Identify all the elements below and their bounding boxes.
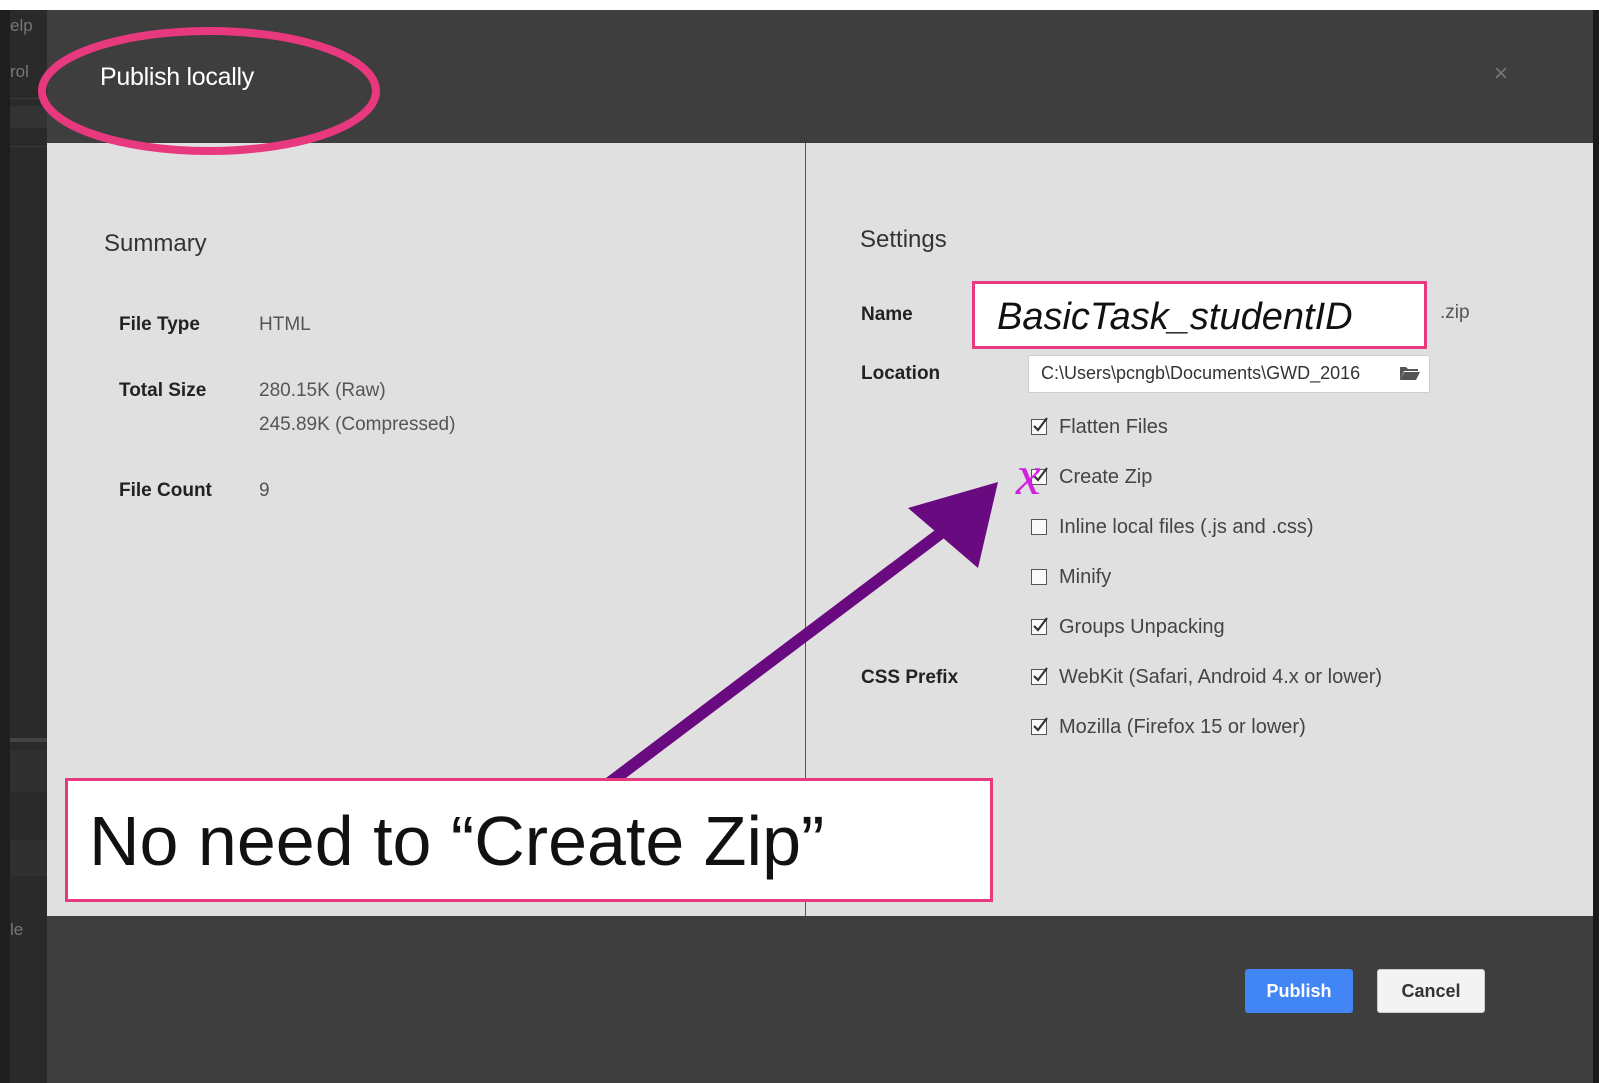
annotation-overlay: x: [38, 27, 1041, 795]
title-highlight-ellipse: [38, 27, 380, 155]
annotation-note: No need to “Create Zip”: [89, 802, 825, 880]
cross-mark: x: [1015, 445, 1041, 507]
pointer-arrow-shaft: [596, 525, 949, 795]
annotation-note-box: No need to “Create Zip”: [65, 778, 993, 902]
